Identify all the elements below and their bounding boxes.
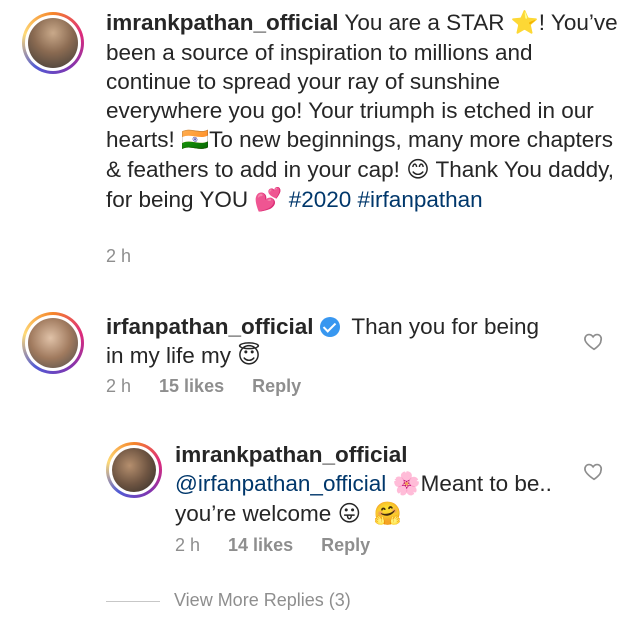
comment-username[interactable]: irfanpathan_official — [106, 314, 314, 339]
avatar[interactable] — [22, 12, 84, 74]
view-more-replies[interactable]: View More Replies (3) — [106, 590, 351, 611]
star-emoji: ⭐ — [510, 10, 539, 36]
likes-count[interactable]: 14 likes — [228, 535, 293, 555]
comment-1: imrankpathan_official You are a STAR ⭐! … — [0, 0, 640, 280]
halo-emoji: 😇 — [237, 343, 261, 369]
likes-count[interactable]: 15 likes — [159, 376, 224, 396]
reply-button[interactable]: Reply — [321, 535, 370, 555]
view-more-replies-label: View More Replies (3) — [174, 590, 351, 610]
comment-time: 2 h — [106, 376, 132, 396]
hashtag-2020[interactable]: #2020 — [289, 187, 352, 212]
like-heart-icon[interactable] — [583, 460, 605, 482]
india-flag-emoji: 🇮🇳 — [181, 127, 210, 153]
hug-emoji: 🤗 — [373, 501, 402, 527]
tongue-emoji: 😛 — [337, 501, 362, 527]
comment-time: 2 h — [106, 246, 132, 266]
comment-meta: 2 h 14 likes Reply — [175, 535, 398, 556]
comment-meta: 2 h — [106, 246, 159, 267]
hashtag-irfanpathan[interactable]: #irfanpathan — [358, 187, 483, 212]
mention-link[interactable]: @irfanpathan_official — [175, 471, 386, 496]
divider-line — [106, 600, 160, 602]
smile-emoji: 😊 — [406, 157, 430, 183]
verified-badge-icon — [319, 317, 340, 337]
comment-username[interactable]: imrankpathan_official — [106, 10, 339, 35]
two-hearts-emoji: 💕 — [254, 187, 283, 213]
comment-username[interactable]: imrankpathan_official — [175, 442, 408, 467]
comment-time: 2 h — [175, 535, 201, 555]
comment-body: irfanpathan_official Than you for being … — [106, 314, 540, 369]
comment-body: imrankpathan_official @irfanpathan_offic… — [175, 442, 552, 527]
like-heart-icon[interactable] — [583, 330, 605, 352]
avatar[interactable] — [106, 442, 162, 498]
comment-3: imrankpathan_official @irfanpathan_offic… — [0, 432, 640, 572]
comment-body: imrankpathan_official You are a STAR ⭐! … — [106, 10, 618, 213]
reply-button[interactable]: Reply — [252, 376, 301, 396]
comment-meta: 2 h 15 likes Reply — [106, 376, 329, 397]
cherry-blossom-emoji: 🌸 — [392, 471, 421, 497]
avatar[interactable] — [22, 312, 84, 374]
comment-2: irfanpathan_official Than you for being … — [0, 300, 640, 410]
